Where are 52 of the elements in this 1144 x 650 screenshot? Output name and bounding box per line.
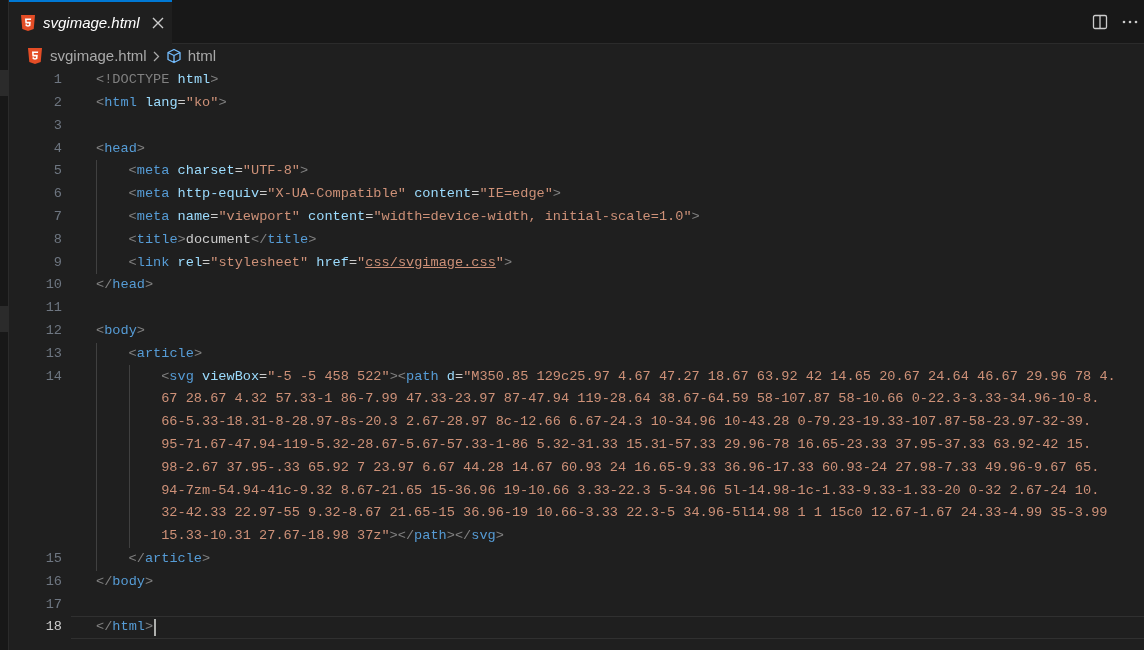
line-number: 14 [45, 368, 62, 384]
code-line: 67 28.67 4.32 57.33-1 86-7.99 47.33-23.97 87-47.94 119-28.64 38.67-64.59 58-107.87 58-10.66 0-22.3-3.33-34.96-10-8. [161, 390, 1100, 409]
breadcrumb-item[interactable]: html [187, 44, 217, 68]
code-line: </html> [96, 618, 154, 637]
line-number: 17 [45, 596, 62, 612]
line-number: 9 [53, 254, 62, 270]
line-number: 6 [53, 186, 62, 202]
cube-icon [165, 48, 182, 64]
code-line: <!DOCTYPE html> [96, 71, 219, 90]
line-number: 15 [45, 550, 62, 566]
line-number: 16 [45, 573, 62, 589]
code-line: <head> [96, 139, 145, 158]
html5-icon [21, 15, 35, 31]
close-icon[interactable] [151, 17, 164, 29]
code-line: <html lang="ko"> [96, 94, 227, 112]
code-line: </head> [96, 276, 154, 295]
line-number: 5 [53, 163, 62, 179]
split-editor-icon[interactable] [1092, 13, 1108, 30]
editor-tab[interactable]: svgimage.html [9, 0, 172, 44]
code-line: <meta http-equiv="X-UA-Compatible" content="IE=edge"> [128, 185, 562, 204]
code-line: <link rel="stylesheet" href="css/svgimage.css"> [128, 253, 513, 272]
more-icon[interactable] [1122, 19, 1138, 24]
line-number: 4 [53, 140, 62, 156]
line-number: 13 [45, 345, 62, 361]
line-number: 18 [45, 619, 62, 635]
line-number: 3 [53, 117, 62, 133]
code-line: </article> [128, 549, 211, 568]
code-line: <meta name="viewport" content="width=device-width, initial-scale=1.0"> [128, 208, 700, 226]
text-cursor [154, 619, 157, 636]
line-number: 8 [53, 231, 62, 247]
code-line: 94-7zm-54.94-41c-9.32 8.67-21.65 15-36.96 19-10.66 3.33-22.3 5-34.96 5l-14.98-1c-1.33-9.33-1.33-20 0-32 2.67-24 10. [161, 481, 1100, 500]
code-line: <body> [96, 321, 145, 340]
code-line: 98-2.67 37.95-.33 65.92 7 23.97 6.67 44.28 14.67 60.93 24 16.65-9.33 36.96-17.33 60.93-24 27.98-7.33 49.96-9.67 65. [161, 458, 1100, 477]
code-line: 32-42.33 22.97-55 9.32-8.67 21.65-15 36.96-19 10.66-3.33 22.3-5 34.96-5l14.98 1 1 15c0 12.67-1.67 24.33-4.99 35-3.99 [161, 504, 1108, 523]
code-line: <svg viewBox="-5 -5 458 522"><path d="M350.85 129c25.97 4.67 47.27 18.67 63.92 42 14.65 20.67 24.64 46.67 29.96 78 4. [161, 367, 1116, 386]
code-line: <meta charset="UTF-8"> [128, 162, 309, 181]
line-number: 12 [45, 322, 62, 338]
code-line: <article> [128, 344, 203, 363]
line-number: 11 [45, 300, 62, 316]
line-number: 10 [45, 277, 62, 293]
breadcrumb-item[interactable]: svgimage.html [50, 44, 147, 68]
line-number: 7 [53, 209, 62, 224]
code-line: 66-5.33-18.31-8-28.97-8s-20.3 2.67-28.97 8c-12.66 6.67-24.3 10-34.96 10-43.28 0-79.23-19.33-107.87-58-23.97-32-39. [161, 413, 1092, 432]
chevron-icon [152, 50, 160, 62]
html5-icon [28, 48, 42, 64]
code-line: <title>document</title> [128, 230, 317, 249]
line-number: 1 [53, 72, 62, 88]
code-line: </body> [96, 572, 154, 591]
tab-title: svgimage.html [43, 12, 140, 33]
code-line: 95-71.67-47.94-119-5.32-28.67-5.67-57.33-1-86 5.32-31.33 15.31-57.33 29.96-78 16.65-23.33 37.95-37.33 63.92-42 15. [161, 435, 1092, 454]
code-line: 15.33-10.31 27.67-18.98 37z"></path></svg> [161, 527, 504, 546]
line-number: 2 [53, 95, 62, 110]
